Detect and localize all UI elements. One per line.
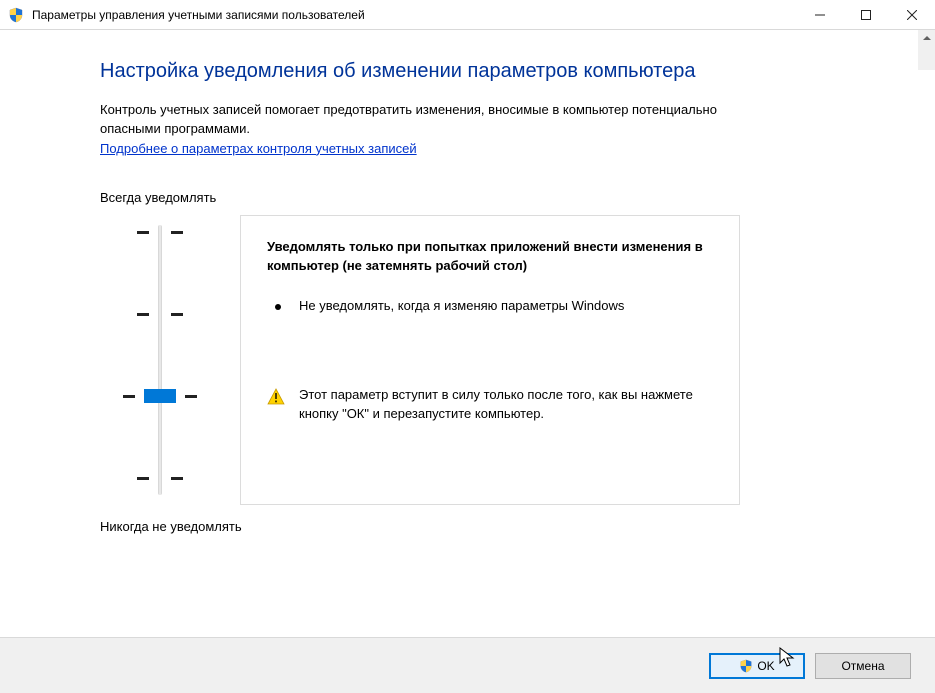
warning-text: Этот параметр вступит в силу только посл… [299,386,713,424]
ok-button-label: OK [757,659,774,673]
title-bar: Параметры управления учетными записями п… [0,0,935,30]
setting-panel: Уведомлять только при попытках приложени… [240,215,740,505]
minimize-button[interactable] [797,0,843,29]
setting-bullet-text: Не уведомлять, когда я изменяю параметры… [299,297,624,316]
slider-tick [185,395,197,398]
slider-area: Уведомлять только при попытках приложени… [100,215,935,505]
slider-track [158,225,162,495]
close-button[interactable] [889,0,935,29]
slider-label-bottom: Никогда не уведомлять [100,519,935,534]
cancel-button[interactable]: Отмена [815,653,911,679]
window-controls [797,0,935,29]
window-title: Параметры управления учетными записями п… [32,8,365,22]
page-description: Контроль учетных записей помогает предот… [100,101,740,139]
slider-tick [137,313,183,315]
maximize-button[interactable] [843,0,889,29]
shield-icon [739,659,753,673]
page-heading: Настройка уведомления об изменении парам… [100,60,935,83]
slider-label-top: Всегда уведомлять [100,190,935,205]
cancel-button-label: Отмена [841,659,884,673]
bullet-icon [275,304,281,310]
shield-icon [8,7,24,23]
slider-thumb[interactable] [144,389,176,403]
ok-button[interactable]: OK [709,653,805,679]
content-area: Настройка уведомления об изменении парам… [0,30,935,637]
slider-tick [123,395,135,398]
setting-bullet-row: Не уведомлять, когда я изменяю параметры… [267,297,713,316]
slider-tick [137,231,183,233]
warning-row: Этот параметр вступит в силу только посл… [267,386,713,424]
uac-slider[interactable] [100,215,220,505]
slider-tick [137,477,183,479]
footer-bar: OK Отмена [0,637,935,693]
warning-icon [267,388,285,406]
setting-title: Уведомлять только при попытках приложени… [267,238,713,276]
learn-more-link[interactable]: Подробнее о параметрах контроля учетных … [100,141,417,156]
